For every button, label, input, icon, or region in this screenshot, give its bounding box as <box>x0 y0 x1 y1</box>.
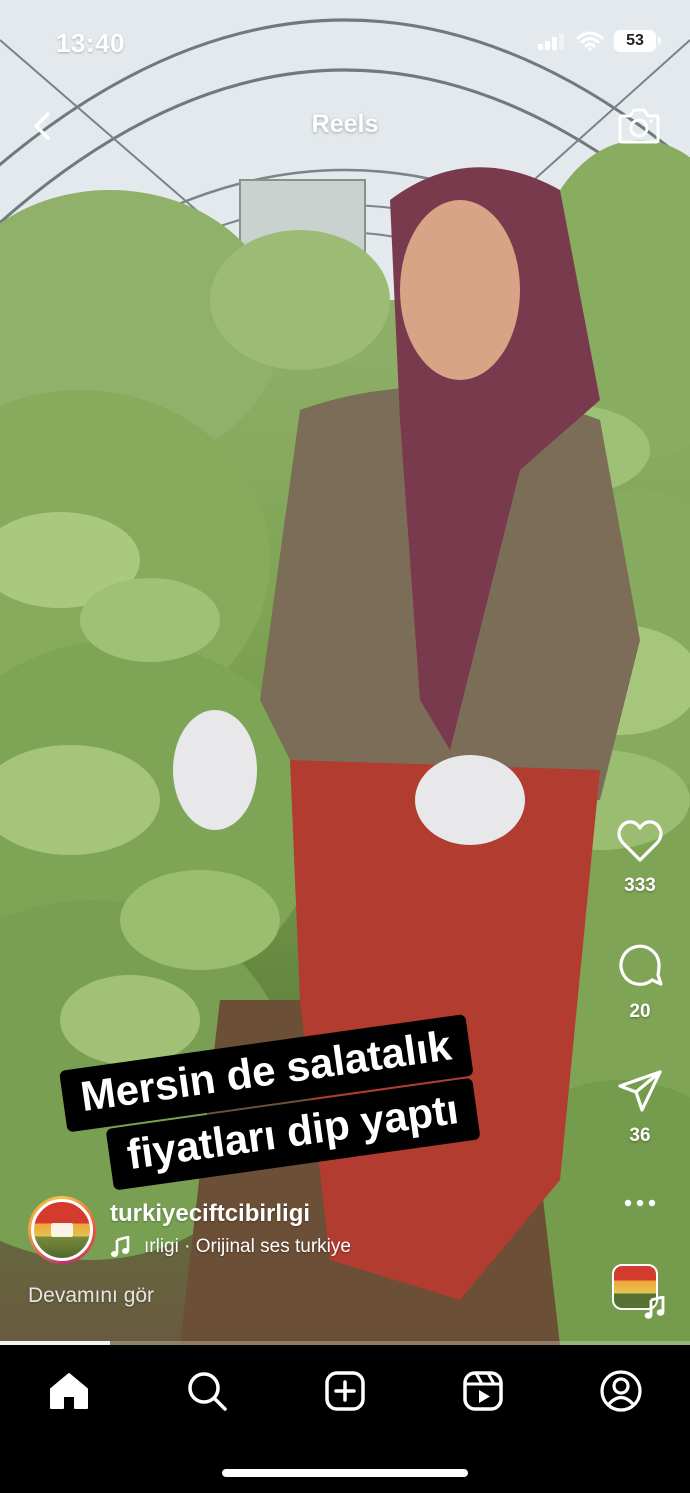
see-more-link[interactable]: Devamını gör <box>28 1284 154 1308</box>
status-icons: 53 <box>538 30 661 52</box>
more-icon[interactable] <box>620 1197 660 1209</box>
music-note-icon <box>644 1296 665 1319</box>
audio-text: ırligi · Orijinal ses turkiye <box>144 1236 351 1257</box>
signal-icon <box>538 33 564 50</box>
nav-reels[interactable] <box>459 1367 507 1415</box>
create-icon[interactable] <box>324 1370 366 1412</box>
share-icon[interactable] <box>616 1068 664 1114</box>
avatar[interactable] <box>28 1196 96 1264</box>
camera-icon[interactable] <box>616 104 662 148</box>
search-icon[interactable] <box>186 1370 228 1412</box>
reels-icon[interactable] <box>462 1370 504 1412</box>
share-action[interactable]: 36 <box>612 1068 668 1147</box>
username[interactable]: turkiyeciftcibirligi <box>110 1200 310 1228</box>
avatar-image <box>31 1199 93 1261</box>
nav-create[interactable] <box>321 1367 369 1415</box>
nav-search[interactable] <box>183 1367 231 1415</box>
profile-icon[interactable] <box>599 1369 643 1413</box>
comment-icon[interactable] <box>615 940 665 990</box>
more-options-button[interactable] <box>612 1196 668 1214</box>
nav-home[interactable] <box>45 1367 93 1415</box>
wifi-icon <box>576 31 604 51</box>
like-count: 333 <box>624 875 656 896</box>
nav-profile[interactable] <box>597 1367 645 1415</box>
status-time: 13:40 <box>56 28 125 58</box>
comment-action[interactable]: 20 <box>612 940 668 1023</box>
comment-count: 20 <box>629 1001 651 1022</box>
audio-info[interactable]: ırligi · Orijinal ses turkiye <box>110 1236 426 1258</box>
share-count: 36 <box>629 1125 651 1146</box>
like-action[interactable]: 333 <box>612 818 668 897</box>
music-note-icon <box>111 1236 130 1257</box>
home-indicator <box>222 1469 468 1477</box>
page-title: Reels <box>311 110 379 138</box>
home-icon[interactable] <box>48 1371 90 1411</box>
battery-indicator: 53 <box>614 30 661 52</box>
heart-icon[interactable] <box>615 818 665 864</box>
